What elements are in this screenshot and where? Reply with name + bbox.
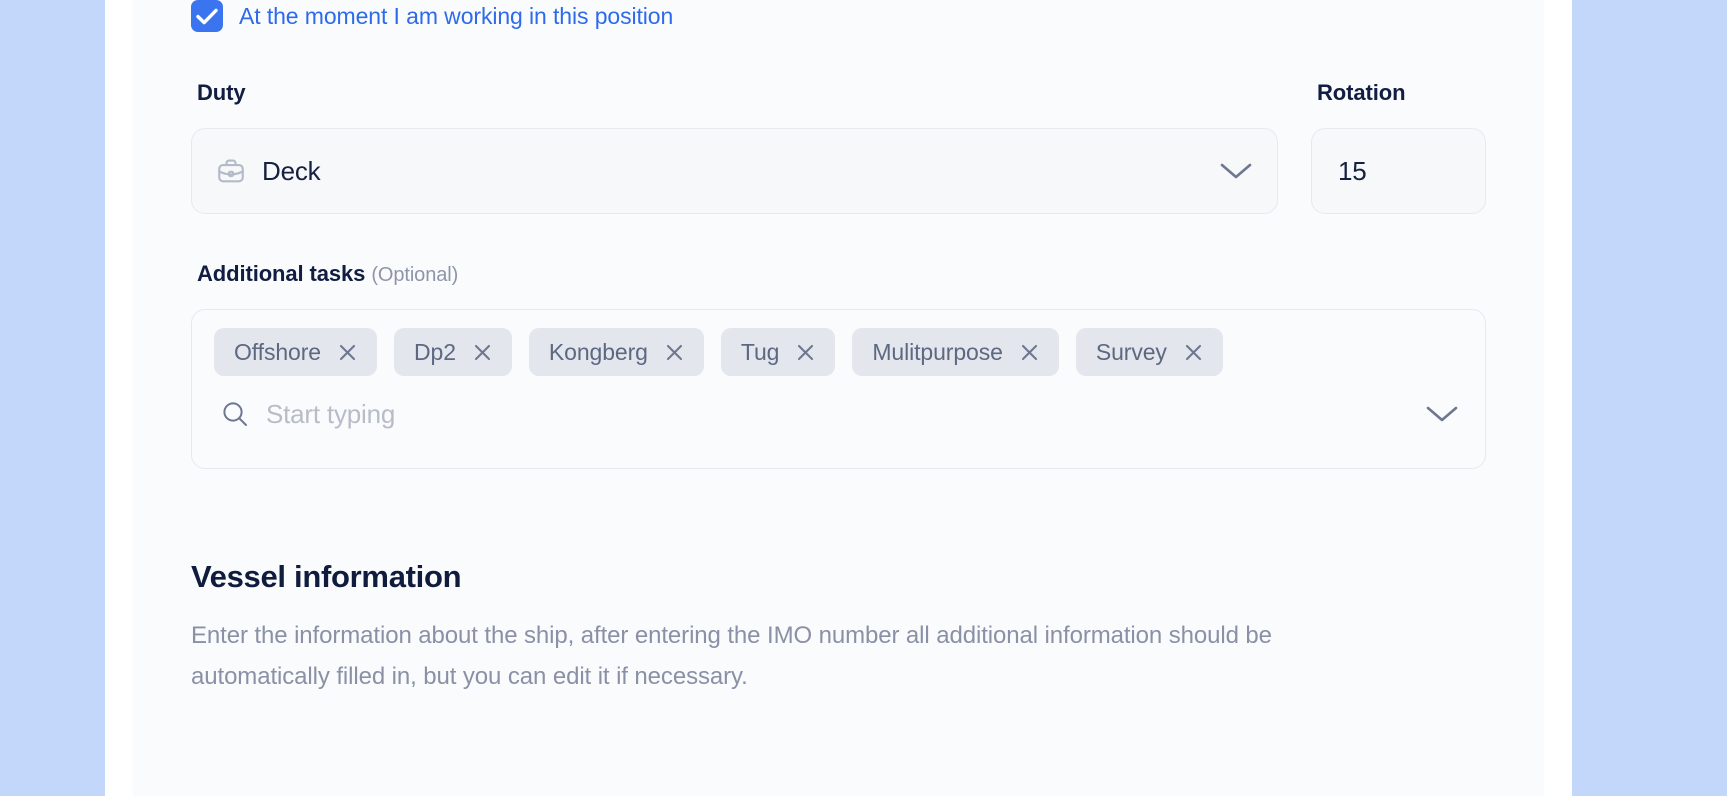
page-gutter-right xyxy=(1572,0,1727,796)
duty-rotation-row: Duty Deck xyxy=(191,80,1486,214)
additional-tasks-search-input[interactable] xyxy=(266,399,1409,430)
chip-item[interactable]: Offshore xyxy=(214,328,377,376)
duty-select[interactable]: Deck xyxy=(191,128,1278,214)
duty-label: Duty xyxy=(197,80,246,106)
additional-tasks-box[interactable]: Offshore Dp2 Kongberg xyxy=(191,309,1486,469)
additional-tasks-chip-list: Offshore Dp2 Kongberg xyxy=(214,328,1463,376)
chip-label: Survey xyxy=(1096,339,1167,366)
close-icon[interactable] xyxy=(338,343,357,362)
rotation-field: Rotation 15 xyxy=(1311,80,1486,214)
chip-item[interactable]: Survey xyxy=(1076,328,1223,376)
working-position-checkbox[interactable] xyxy=(191,0,223,32)
chip-item[interactable]: Kongberg xyxy=(529,328,704,376)
form-sheet: At the moment I am working in this posit… xyxy=(133,0,1544,796)
briefcase-icon xyxy=(216,156,246,186)
chip-label: Mulitpurpose xyxy=(872,339,1002,366)
rotation-value: 15 xyxy=(1338,156,1367,187)
additional-tasks-input-row[interactable] xyxy=(214,394,1463,434)
chip-item[interactable]: Tug xyxy=(721,328,835,376)
duty-value: Deck xyxy=(262,156,320,187)
chip-label: Dp2 xyxy=(414,339,456,366)
close-icon[interactable] xyxy=(1184,343,1203,362)
chip-item[interactable]: Mulitpurpose xyxy=(852,328,1058,376)
chip-label: Kongberg xyxy=(549,339,648,366)
additional-tasks-field: Additional tasks (Optional) Offshore Dp2 xyxy=(191,261,1486,469)
chevron-down-icon[interactable] xyxy=(1425,404,1459,424)
chip-label: Tug xyxy=(741,339,779,366)
search-icon xyxy=(220,399,250,429)
rotation-label: Rotation xyxy=(1317,80,1405,106)
page-rail-right xyxy=(1544,0,1572,796)
additional-tasks-optional-note: (Optional) xyxy=(371,264,458,286)
page-rail-left xyxy=(105,0,133,796)
close-icon[interactable] xyxy=(473,343,492,362)
vessel-information-title: Vessel information xyxy=(191,559,1486,595)
check-icon xyxy=(196,8,218,25)
page-root: At the moment I am working in this posit… xyxy=(0,0,1727,796)
vessel-information-description: Enter the information about the ship, af… xyxy=(191,615,1351,697)
chip-item[interactable]: Dp2 xyxy=(394,328,512,376)
chip-label: Offshore xyxy=(234,339,321,366)
duty-field: Duty Deck xyxy=(191,80,1278,214)
close-icon[interactable] xyxy=(665,343,684,362)
vessel-information-section: Vessel information Enter the information… xyxy=(191,559,1486,697)
rotation-input[interactable]: 15 xyxy=(1311,128,1486,214)
close-icon[interactable] xyxy=(1020,343,1039,362)
chevron-down-icon[interactable] xyxy=(1219,161,1253,181)
additional-tasks-label-text: Additional tasks xyxy=(197,261,365,286)
working-position-row[interactable]: At the moment I am working in this posit… xyxy=(191,0,1486,32)
working-position-label: At the moment I am working in this posit… xyxy=(239,3,673,30)
page-gutter-left xyxy=(0,0,105,796)
additional-tasks-label: Additional tasks (Optional) xyxy=(197,261,458,287)
close-icon[interactable] xyxy=(796,343,815,362)
